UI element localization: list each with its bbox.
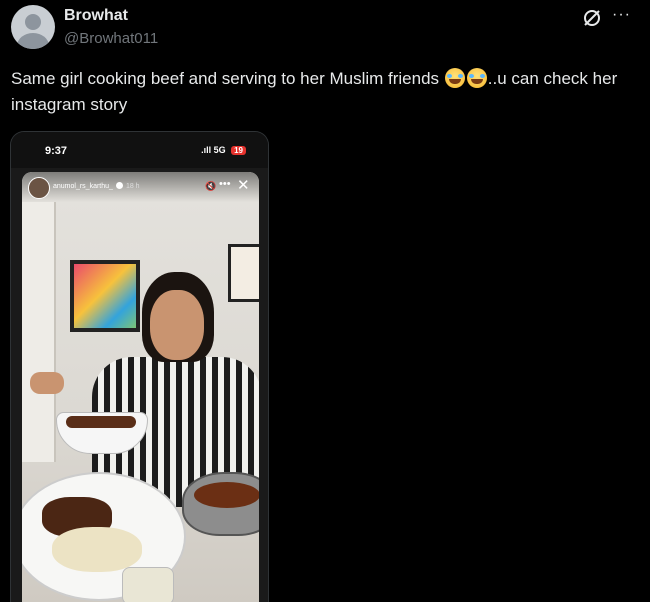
drink-cup — [122, 567, 174, 602]
close-icon[interactable]: ✕ — [237, 176, 250, 194]
face-with-tears-of-joy-icon — [466, 68, 487, 88]
user-handle[interactable]: @Browhat011 — [64, 30, 158, 47]
phone-status-right: .ıll 5G 19 — [201, 145, 246, 155]
phone-status-bar: 9:37 .ıll 5G 19 — [11, 132, 268, 168]
plate-rice — [52, 527, 142, 572]
tweet-text-part: Same girl cooking beef and serving to he… — [11, 69, 444, 88]
avatar-placeholder-head — [25, 14, 41, 30]
story-age: 18 h — [125, 183, 140, 190]
more-options-icon[interactable]: ··· — [612, 6, 631, 24]
story-avatar[interactable] — [28, 177, 50, 199]
painting-canvas — [74, 264, 136, 328]
instagram-story-frame: anumol_rs_karthu_ 18 h 🔇 ••• ✕ — [22, 172, 259, 602]
door — [22, 202, 56, 462]
display-name[interactable]: Browhat — [64, 7, 128, 25]
pan-food — [194, 482, 259, 508]
wall-painting-left — [70, 260, 140, 332]
face-with-tears-of-joy-icon — [444, 68, 465, 88]
story-username[interactable]: anumol_rs_karthu_ — [53, 183, 113, 190]
story-user-row[interactable]: anumol_rs_karthu_ 18 h — [53, 182, 140, 190]
person-face — [150, 290, 204, 360]
avatar[interactable] — [11, 5, 55, 49]
story-more-icon[interactable]: ••• — [219, 178, 231, 190]
tweet-media[interactable]: 9:37 .ıll 5G 19 anumol_rs_karthu_ 18 h 🔇 … — [10, 131, 269, 602]
signal-indicator: .ıll 5G — [201, 145, 226, 155]
muted-speaker-icon[interactable]: 🔇 — [205, 181, 216, 192]
verified-badge-icon — [115, 182, 123, 189]
wall-painting-right — [228, 244, 259, 302]
grok-icon[interactable] — [582, 8, 602, 28]
person-hand — [30, 372, 64, 394]
painting-canvas — [231, 247, 259, 299]
bowl-food — [66, 416, 136, 428]
avatar-placeholder-body — [17, 33, 49, 49]
battery-badge: 19 — [231, 146, 246, 155]
tweet-text: Same girl cooking beef and serving to he… — [11, 66, 631, 118]
story-header: anumol_rs_karthu_ 18 h 🔇 ••• ✕ — [22, 172, 259, 202]
phone-time: 9:37 — [45, 145, 68, 157]
